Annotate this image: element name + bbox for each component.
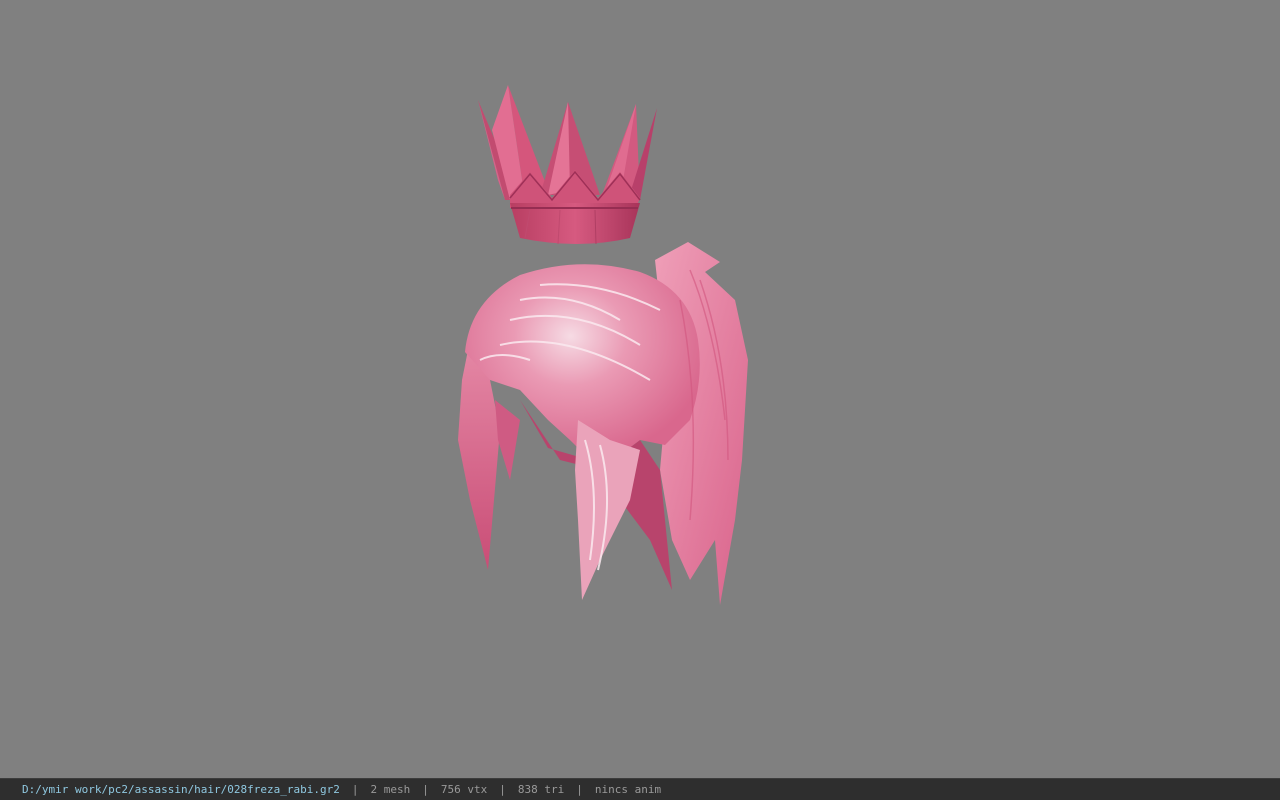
separator: | (499, 783, 506, 796)
mesh-count: 2 mesh (370, 783, 411, 796)
3d-viewport[interactable] (0, 0, 1280, 778)
triangle-count: 838 tri (517, 783, 565, 796)
separator: | (576, 783, 583, 796)
model-render (458, 85, 748, 605)
separator: | (422, 783, 429, 796)
file-path: D:/ymir work/pc2/assassin/hair/028freza_… (22, 783, 340, 796)
animation-status: nincs anim (594, 783, 662, 796)
hair-mesh (458, 242, 748, 605)
separator: | (351, 783, 359, 796)
vertex-count: 756 vtx (440, 783, 488, 796)
status-bar: D:/ymir work/pc2/assassin/hair/028freza_… (0, 778, 1280, 800)
crown-mesh (478, 85, 657, 245)
